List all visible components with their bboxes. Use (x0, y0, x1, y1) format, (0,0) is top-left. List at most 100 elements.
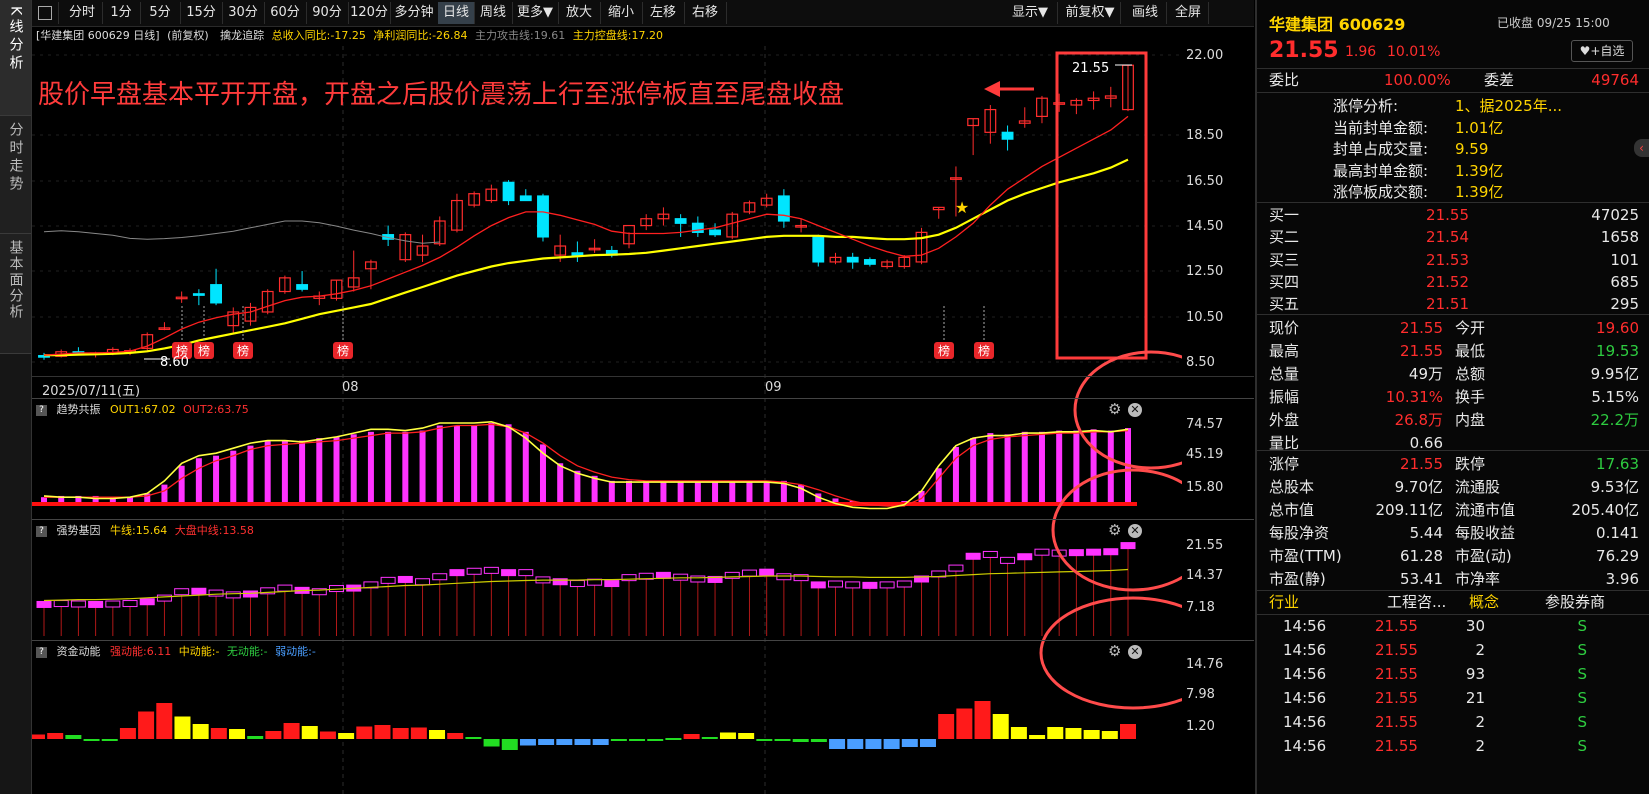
trade-price: 21.55 (1375, 689, 1418, 707)
draw-button[interactable]: 画线 (1124, 2, 1167, 24)
stat-value: 17.63 (1596, 455, 1639, 473)
bid-row[interactable]: 买四 21.52 685 (1269, 270, 1639, 292)
period-button-13[interactable]: 缩小 (600, 2, 643, 24)
trade-time: 14:56 (1283, 617, 1327, 635)
period-button-1[interactable]: 1分 (102, 2, 141, 24)
momentum-bar (847, 739, 864, 749)
bid-row[interactable]: 买二 21.54 1658 (1269, 225, 1639, 247)
trade-time: 14:56 (1283, 641, 1327, 659)
fullscreen-button[interactable]: 全屏 (1168, 2, 1209, 24)
chart-canvas[interactable]: 榜榜榜榜榜榜★ (32, 46, 1182, 794)
momentum-bar (1065, 728, 1082, 739)
bid-row[interactable]: 买一 21.55 47025 (1269, 203, 1639, 225)
period-button-9[interactable]: 日线 (438, 2, 475, 24)
gene-box (673, 573, 689, 581)
trend-bar (1021, 431, 1028, 505)
expand-left-icon[interactable]: ‹ (1634, 139, 1649, 157)
zt-value[interactable]: 1、据2025年... (1455, 94, 1562, 118)
rev-label: 总收入同比: (271, 29, 331, 42)
panel1-close-icon[interactable]: ✕ (1128, 403, 1142, 417)
period-button-8[interactable]: 多分钟 (390, 2, 439, 24)
momentum-bar (810, 739, 827, 742)
panel3-gear-icon[interactable]: ⚙ (1108, 642, 1121, 660)
panel3-close-icon[interactable]: ✕ (1128, 645, 1142, 659)
trend-bar (660, 480, 667, 505)
trend-bar (1004, 434, 1011, 505)
trade-direction: S (1577, 737, 1587, 755)
stat-row: 涨停 21.55 跌停 17.63 (1269, 452, 1639, 475)
stock-title: [华建集团 600629 日线] (36, 29, 160, 42)
display-button[interactable]: 显示▼ (1003, 2, 1058, 24)
sidebar-tab-timeshare[interactable]: 分时走势 (0, 116, 31, 234)
collapse-icon (38, 6, 52, 20)
gene-box (690, 575, 706, 583)
bid-price: 21.52 (1426, 272, 1469, 291)
sidebar-tab-timeshare-label: 分时走势 (7, 122, 24, 194)
tag-industry-value[interactable]: 工程咨... (1387, 590, 1446, 614)
adjust-button[interactable]: 前复权▼ (1060, 2, 1121, 24)
sidebar-tab-kline[interactable]: K线分析 (0, 0, 31, 116)
stat-label: 市净率 (1455, 570, 1501, 588)
panel1-out2-label: OUT2: (183, 403, 218, 416)
trend-bar (385, 431, 392, 505)
period-button-15[interactable]: 右移 (684, 2, 727, 24)
period-button-4[interactable]: 30分 (222, 2, 265, 24)
trade-time: 14:56 (1283, 713, 1327, 731)
momentum-bar (156, 703, 173, 739)
bang-badge-text: 榜 (938, 343, 950, 358)
tag-concept-value[interactable]: 参股券商 (1545, 590, 1605, 614)
help-icon[interactable]: ? (36, 525, 47, 537)
bid-row[interactable]: 买三 21.53 101 (1269, 248, 1639, 270)
candle-body (1001, 131, 1014, 140)
sidebar-tab-fundamental[interactable]: 基本面分析 (0, 234, 31, 354)
panel1-name[interactable]: 趋势共振 (57, 403, 101, 416)
gene-box (1103, 548, 1119, 556)
trend-bar (970, 438, 977, 505)
indicator-name[interactable]: 擒龙追踪 (220, 29, 264, 42)
panel2-name[interactable]: 强势基因 (57, 524, 101, 537)
momentum-bar (1010, 727, 1027, 739)
candle-body (519, 195, 532, 202)
bid-label: 买五 (1269, 295, 1300, 314)
help-icon[interactable]: ? (36, 404, 47, 416)
period-button-3[interactable]: 15分 (180, 2, 223, 24)
stat-row: 总市值 209.11亿 流通市值 205.40亿 (1269, 498, 1639, 521)
momentum-bar (138, 711, 155, 739)
trend-resonance-chart (32, 420, 1137, 510)
trend-bar (763, 480, 770, 505)
bid-row[interactable]: 买五 21.51 295 (1269, 292, 1639, 314)
panel1-gear-icon[interactable]: ⚙ (1108, 400, 1121, 418)
bull-line (43, 568, 1129, 602)
trade-volume: 30 (1465, 617, 1485, 635)
momentum-bar (32, 734, 45, 739)
period-button-11[interactable]: 更多▼ (512, 2, 559, 24)
help-icon[interactable]: ? (36, 646, 47, 658)
tag-industry[interactable]: 行业 (1269, 590, 1299, 614)
panel2-gear-icon[interactable]: ⚙ (1108, 521, 1121, 539)
period-button-14[interactable]: 左移 (642, 2, 685, 24)
add-favorite-button[interactable]: ♥+自选 (1571, 40, 1633, 62)
trend-bar (643, 480, 650, 505)
period-button-12[interactable]: 放大 (558, 2, 601, 24)
panel3-name[interactable]: 资金动能 (57, 645, 101, 658)
collapse-button[interactable] (32, 2, 59, 24)
momentum-bar (756, 739, 773, 741)
panel2-close-icon[interactable]: ✕ (1128, 524, 1142, 538)
trend-bar (1090, 429, 1097, 505)
period-button-5[interactable]: 60分 (264, 2, 307, 24)
momentum-bar (610, 739, 627, 741)
period-button-2[interactable]: 5分 (140, 2, 181, 24)
period-button-6[interactable]: 90分 (306, 2, 349, 24)
trend-bar (987, 433, 994, 505)
momentum-bar (174, 716, 191, 739)
stat-value: 0.141 (1596, 524, 1639, 542)
momentum-bar (792, 739, 809, 742)
period-button-7[interactable]: 120分 (348, 2, 391, 24)
stat-row: 现价 21.55 今开 19.60 (1269, 316, 1639, 339)
tag-concept[interactable]: 概念 (1469, 590, 1499, 614)
period-button-0[interactable]: 分时 (62, 2, 103, 24)
period-button-10[interactable]: 周线 (474, 2, 513, 24)
zt-label: 涨停分析: (1333, 97, 1399, 115)
bang-badge-text: 榜 (237, 343, 249, 358)
bid-price: 21.55 (1426, 206, 1469, 224)
